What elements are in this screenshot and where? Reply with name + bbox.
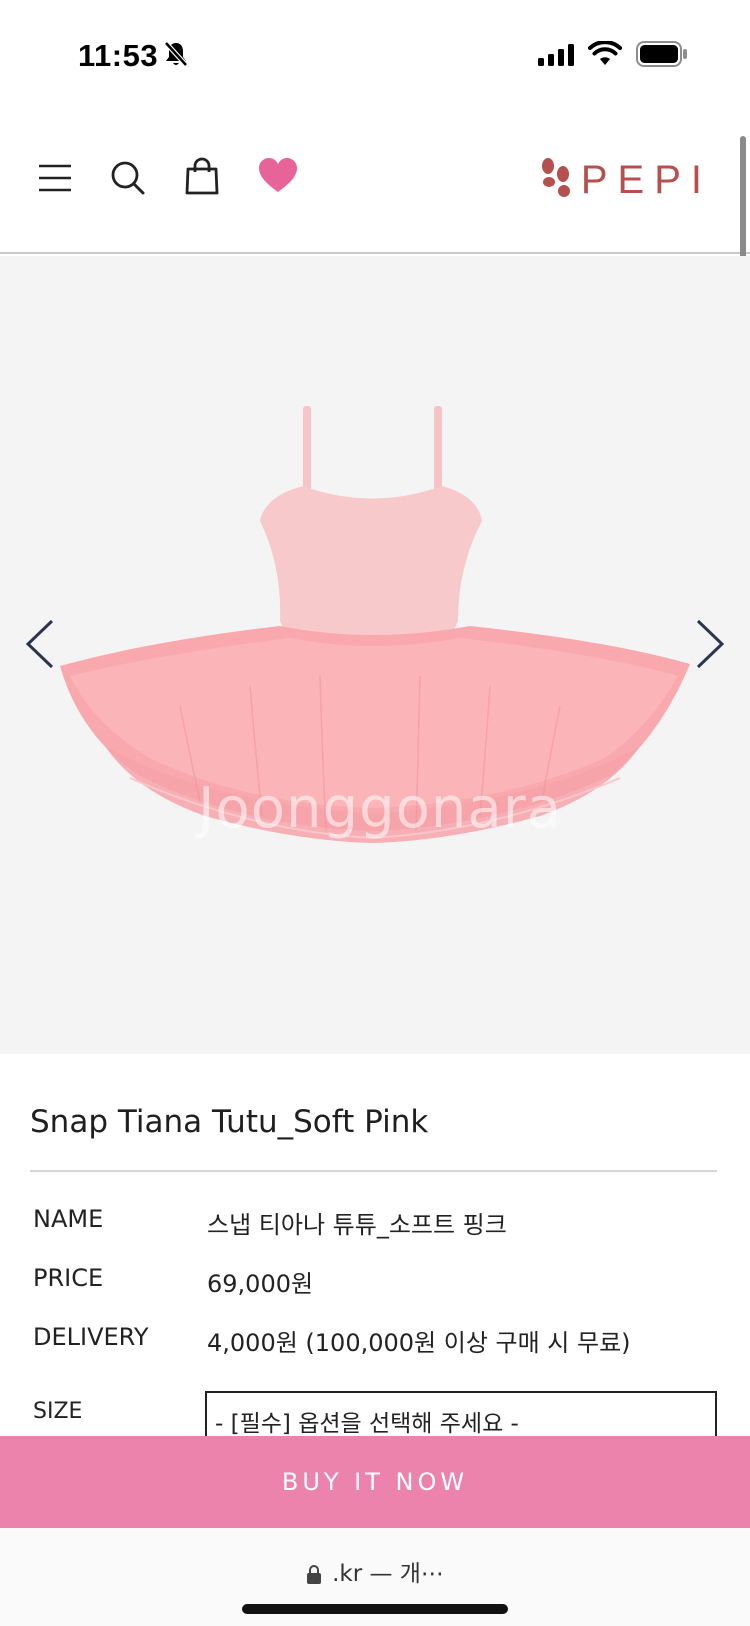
bell-off-icon <box>163 40 189 73</box>
signal-icon <box>538 44 574 71</box>
url-content: .kr — 개⋯ <box>0 1554 750 1590</box>
product-title: Snap Tiana Tutu_Soft Pink <box>30 1104 429 1140</box>
divider <box>30 1170 717 1172</box>
heart-icon[interactable] <box>258 158 298 199</box>
buy-it-now-label: BUY IT NOW <box>281 1468 469 1496</box>
home-indicator[interactable] <box>242 1604 508 1614</box>
url-text: .kr — 개⋯ <box>332 1561 444 1587</box>
size-label: SIZE <box>33 1399 83 1424</box>
brand-logo[interactable]: PEPI <box>539 158 712 203</box>
name-label: NAME <box>33 1205 104 1233</box>
status-time: 11:53 <box>78 38 159 73</box>
product-gallery: Joonggonara <box>0 256 750 1054</box>
delivery-value: 4,000원 (100,000원 이상 구매 시 무료) <box>207 1329 631 1357</box>
page: 11:53 PEPI Joonggonara Snap Tiana Tutu_S… <box>0 0 750 1626</box>
site-header: PEPI <box>0 100 750 254</box>
delivery-label: DELIVERY <box>33 1323 149 1351</box>
buy-it-now-button[interactable]: BUY IT NOW <box>0 1436 750 1528</box>
battery-icon <box>636 41 688 72</box>
status-bar: 11:53 <box>0 0 750 100</box>
wifi-icon <box>588 40 622 72</box>
footprint-icon <box>539 158 573 203</box>
logo-text: PEPI <box>580 158 712 202</box>
menu-icon[interactable] <box>38 164 72 197</box>
price-value: 69,000원 <box>207 1270 314 1298</box>
lock-icon <box>306 1564 322 1590</box>
name-value: 스냅 티아나 튜튜_소프트 핑크 <box>207 1211 507 1239</box>
search-icon[interactable] <box>110 160 146 201</box>
watermark: Joonggonara <box>198 776 563 841</box>
price-label: PRICE <box>33 1264 104 1292</box>
browser-url-bar[interactable]: .kr — 개⋯ <box>0 1528 750 1626</box>
bag-icon[interactable] <box>184 157 220 200</box>
